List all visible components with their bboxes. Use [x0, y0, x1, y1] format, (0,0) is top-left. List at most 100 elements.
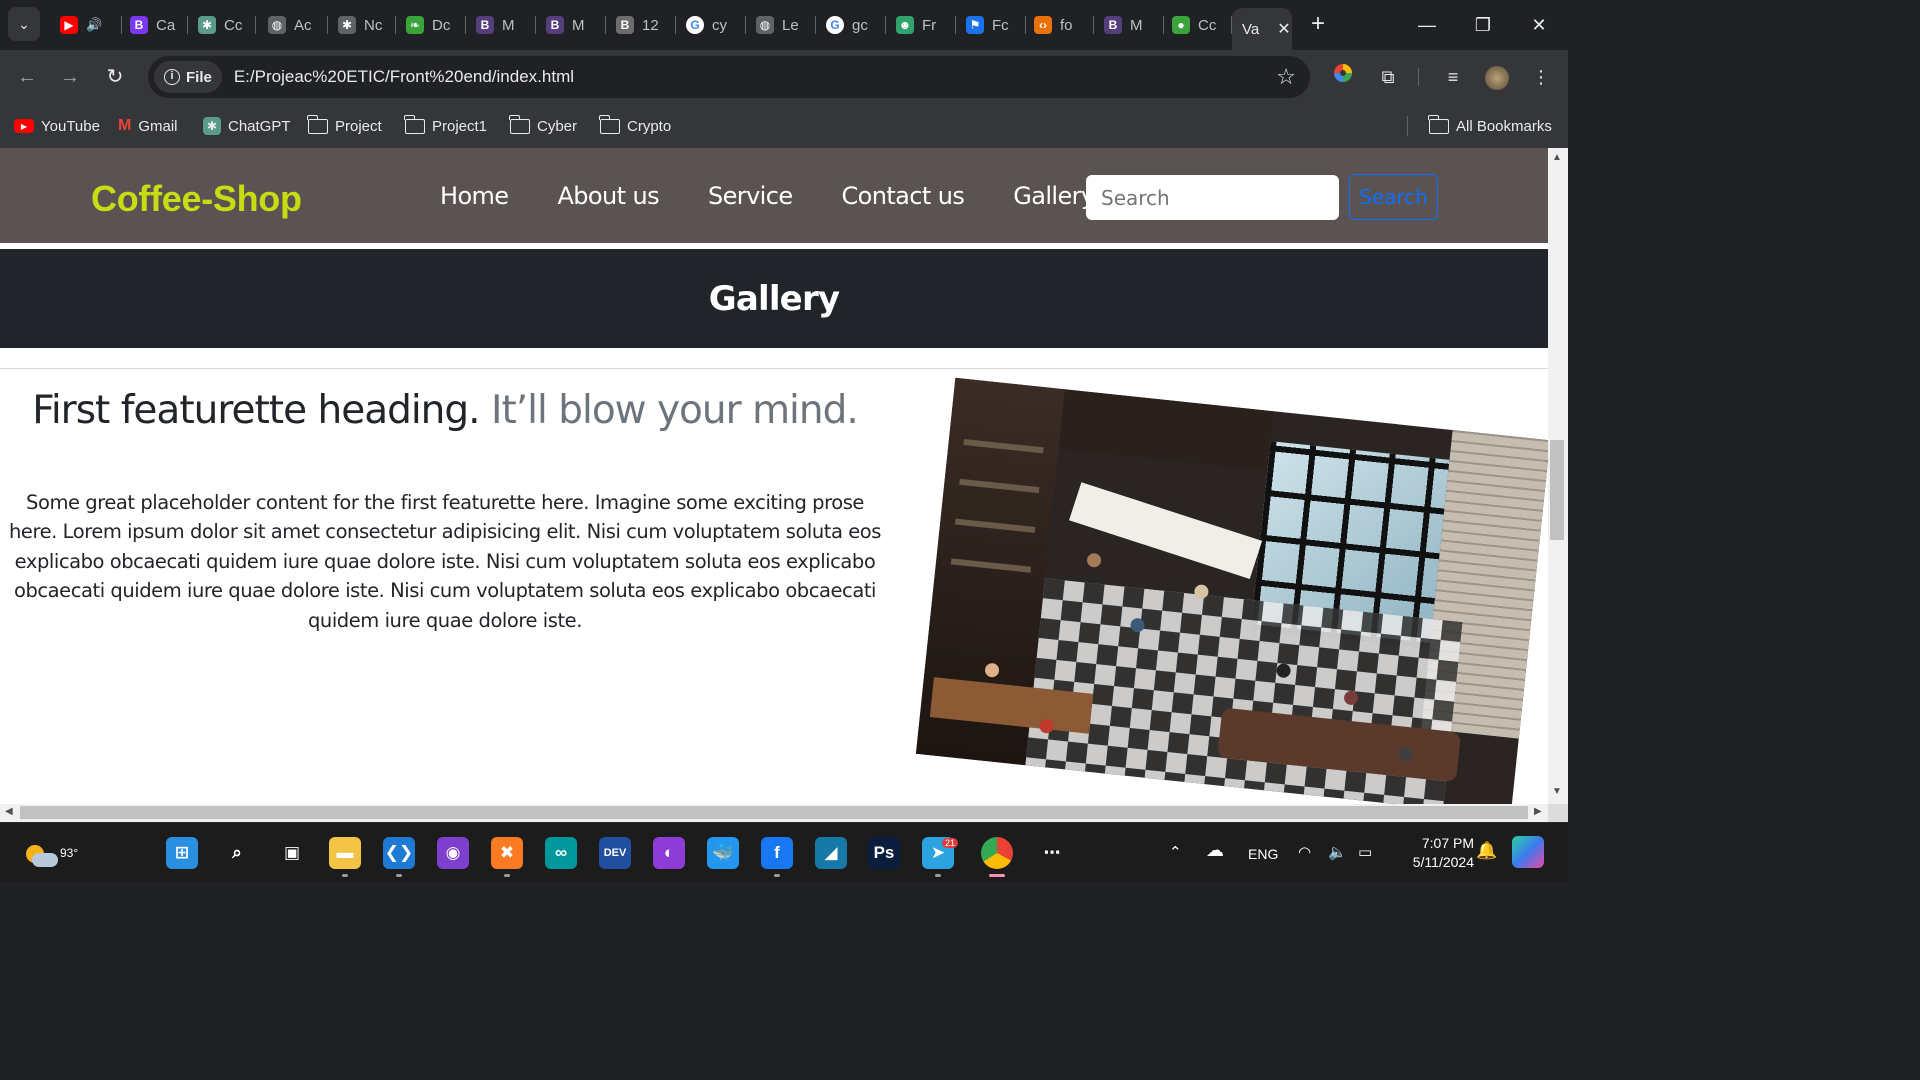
browser-tab[interactable]: B 12 [606, 8, 676, 42]
bookmark-cyber[interactable]: Cyber [509, 114, 577, 138]
arduino-icon[interactable]: ∞ [545, 837, 577, 869]
all-bookmarks-button[interactable]: All Bookmarks [1428, 114, 1552, 138]
running-indicator [989, 874, 1005, 877]
running-indicator [504, 874, 510, 877]
browser-tab[interactable]: ✱ Nc [328, 8, 396, 42]
tab-search-button[interactable]: ⌄ [8, 7, 40, 41]
search-icon[interactable]: ⌕ [221, 837, 253, 869]
tab-title: Nc [364, 16, 383, 34]
bookmark-project1[interactable]: Project1 [404, 114, 487, 138]
browser-tab[interactable]: ❧ Dc [396, 8, 466, 42]
site-brand[interactable]: Coffee-Shop [91, 178, 302, 220]
vertical-scrollbar[interactable]: ▲ ▼ [1548, 148, 1568, 804]
windows-start-icon[interactable]: ⊞ [166, 837, 198, 869]
site-info-chip[interactable]: i File [154, 61, 222, 93]
browser-tab[interactable]: ◍ Ac [258, 8, 328, 42]
nav-link-home[interactable]: Home [440, 182, 509, 210]
scroll-down-icon[interactable]: ▼ [1552, 786, 1562, 797]
copilot-icon[interactable] [1512, 836, 1544, 868]
url-text[interactable]: E:/Projeac%20ETIC/Front%20end/index.html [234, 67, 574, 87]
vertical-scroll-thumb[interactable] [1550, 440, 1564, 540]
tor-browser-icon[interactable]: ◉ [437, 837, 469, 869]
browser-tab[interactable]: Gcy [676, 8, 746, 42]
running-indicator [342, 874, 348, 877]
browser-tab[interactable]: ⚑ Fc [956, 8, 1026, 42]
menu-kebab-icon[interactable]: ⋮ [1526, 62, 1556, 92]
back-button[interactable]: ← [13, 63, 41, 91]
browser-tab[interactable]: ☻ Fr [886, 8, 956, 42]
browser-tab[interactable]: ✱ Cc [188, 8, 256, 42]
bookmark-star-icon[interactable]: ☆ [1276, 64, 1296, 90]
battery-icon[interactable]: ▭ [1358, 843, 1372, 861]
chrome-icon[interactable] [981, 837, 1013, 869]
tab-title: M [572, 16, 585, 34]
xampp-icon[interactable]: ✖ [491, 837, 523, 869]
browser-tab[interactable]: BM [1094, 8, 1164, 42]
browser-tab[interactable]: BM [536, 8, 606, 42]
wireshark-icon[interactable]: ◢ [815, 837, 847, 869]
reading-list-icon[interactable]: ≡ [1438, 62, 1468, 92]
browser-tab[interactable]: B Ca [120, 8, 188, 42]
color-wheel-extension-icon[interactable] [1328, 62, 1358, 92]
browser-tab[interactable]: ‹› fo [1024, 8, 1094, 42]
onedrive-icon[interactable]: ☁ [1206, 840, 1224, 861]
audio-playing-icon[interactable]: 🔊 [86, 17, 102, 33]
weather-temperature: 93° [60, 846, 79, 860]
bookmark-crypto[interactable]: Crypto [599, 114, 671, 138]
chatgpt-icon: ✱ [198, 16, 216, 34]
bookmark-chatgpt[interactable]: ✱ ChatGPT [203, 114, 291, 138]
scroll-left-icon[interactable]: ◀ [5, 806, 13, 817]
browser-tab[interactable]: ▶ 🔊 [50, 8, 122, 42]
site-search-input[interactable] [1086, 175, 1339, 220]
tab-active[interactable]: Va ✕ [1232, 8, 1292, 50]
vscode-icon[interactable]: ❮❯ [383, 837, 415, 869]
scroll-up-icon[interactable]: ▲ [1552, 152, 1562, 163]
notification-bell-icon[interactable]: 🔔 [1476, 841, 1497, 861]
more-apps-icon[interactable]: ⋯ [1036, 837, 1068, 869]
browser-tab[interactable]: Ggc [816, 8, 886, 42]
nav-link-gallery[interactable]: Gallery [1013, 182, 1095, 210]
weather-widget[interactable]: 93° [22, 835, 78, 869]
tab-close-icon[interactable]: ✕ [1277, 19, 1290, 39]
horizontal-scrollbar[interactable]: ◀ ▶ [0, 804, 1548, 822]
scroll-right-icon[interactable]: ▶ [1534, 806, 1542, 817]
folder-icon [307, 114, 328, 134]
profile-avatar[interactable] [1482, 62, 1512, 92]
bookmark-youtube[interactable]: ▶ YouTube [14, 114, 100, 138]
task-view-icon[interactable]: ▣ [276, 837, 308, 869]
tray-overflow-icon[interactable]: ⌃ [1169, 843, 1182, 861]
nav-link-contact[interactable]: Contact us [842, 182, 965, 210]
dev-cpp-icon[interactable]: DEV [599, 837, 631, 869]
nav-link-about[interactable]: About us [557, 182, 659, 210]
bookmark-label: ChatGPT [228, 117, 291, 135]
page-viewport: Coffee-Shop Home About us Service Contac… [0, 148, 1548, 804]
reload-button[interactable]: ↻ [101, 63, 129, 91]
bookmark-gmail[interactable]: M Gmail [118, 114, 178, 138]
system-clock[interactable]: 7:07 PM 5/11/2024 [1394, 834, 1474, 872]
wifi-icon[interactable]: ◠ [1298, 843, 1311, 861]
leaf-icon: ❧ [406, 16, 424, 34]
minimize-button[interactable]: — [1404, 10, 1450, 40]
restore-button[interactable]: ❐ [1460, 10, 1506, 40]
photoshop-icon[interactable]: Ps [868, 837, 900, 869]
horizontal-scroll-thumb[interactable] [20, 806, 1528, 819]
extensions-puzzle-icon[interactable]: ⧉ [1373, 62, 1403, 92]
volume-icon[interactable]: 🔈 [1328, 843, 1347, 861]
close-window-button[interactable]: ✕ [1516, 10, 1562, 40]
chevron-down-icon: ⌄ [18, 15, 30, 32]
bookmark-project[interactable]: Project [307, 114, 382, 138]
docker-icon[interactable]: 🐳 [707, 837, 739, 869]
browser-tab[interactable]: ◍ Le [746, 8, 816, 42]
new-tab-button[interactable]: + [1305, 10, 1331, 38]
mask-app-icon[interactable]: ◐ [653, 837, 685, 869]
browser-tab[interactable]: BM [466, 8, 536, 42]
language-indicator[interactable]: ENG [1248, 846, 1278, 862]
address-bar[interactable]: i File E:/Projeac%20ETIC/Front%20end/ind… [148, 56, 1310, 98]
facebook-icon[interactable]: f [761, 837, 793, 869]
site-search-button[interactable]: Search [1349, 174, 1438, 220]
file-explorer-icon[interactable]: ▬ [329, 837, 361, 869]
nav-link-service[interactable]: Service [708, 182, 793, 210]
browser-tab[interactable]: ● Cc [1162, 8, 1232, 42]
arrow-right-icon: → [60, 66, 80, 88]
forward-button[interactable]: → [56, 63, 84, 91]
